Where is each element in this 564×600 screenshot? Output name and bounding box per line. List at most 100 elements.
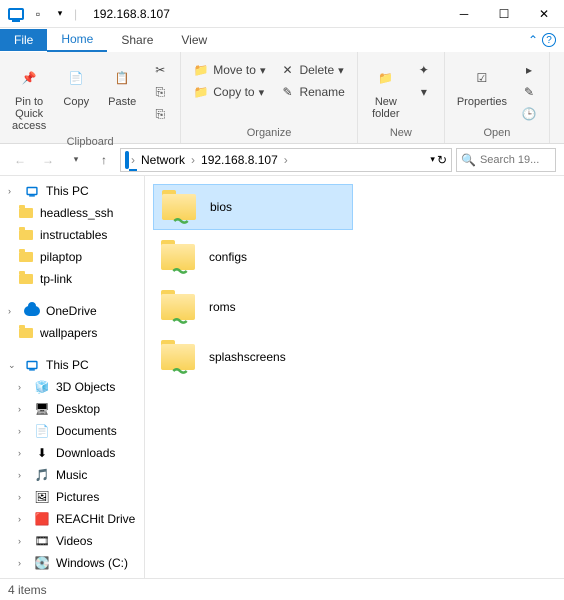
search-icon: 🔍	[461, 153, 476, 167]
copy-path-button[interactable]: ⎘	[148, 82, 172, 102]
nav-item[interactable]: ›🖥Desktop	[0, 398, 144, 420]
back-button[interactable]: ←	[8, 148, 32, 172]
copy-to-button[interactable]: 📁Copy to ▾	[189, 82, 269, 102]
move-to-button[interactable]: 📁Move to ▾	[189, 60, 269, 80]
nav-item[interactable]: instructables	[0, 224, 144, 246]
shortcut-icon: ⎘	[152, 106, 168, 122]
titlebar: ▫ ▾ | 192.168.8.107 ─ ☐ ✕	[0, 0, 564, 28]
cut-button[interactable]: ✂	[148, 60, 172, 80]
nav-this-pc[interactable]: ⌄This PC	[0, 354, 144, 376]
nav-item[interactable]: wallpapers	[0, 322, 144, 344]
nav-item[interactable]: ›🟥REACHit Drive	[0, 508, 144, 530]
ribbon-collapse-icon[interactable]: ⌃	[528, 33, 538, 47]
up-button[interactable]: ↑	[92, 148, 116, 172]
tab-home[interactable]: Home	[47, 28, 107, 52]
copy-button[interactable]: 📄 Copy	[56, 60, 96, 110]
folder-item[interactable]: configs	[153, 234, 353, 280]
crumb-host[interactable]: 192.168.8.107	[197, 151, 282, 169]
tab-share[interactable]: Share	[107, 29, 167, 51]
window-title: 192.168.8.107	[85, 7, 444, 21]
nav-item[interactable]: ›🎵Music	[0, 464, 144, 486]
paste-shortcut-button[interactable]: ⎘	[148, 104, 172, 124]
nav-item[interactable]: pilaptop	[0, 246, 144, 268]
invert-selection-button[interactable]: ▨Invert selection	[558, 104, 564, 124]
path-icon: ⎘	[152, 84, 168, 100]
new-item-button[interactable]: ✦	[412, 60, 436, 80]
nav-item[interactable]: ›📄Documents	[0, 420, 144, 442]
minimize-button[interactable]: ─	[444, 0, 484, 28]
breadcrumb[interactable]: › Network › 192.168.8.107 › ▾ ↻	[120, 148, 452, 172]
nav-item[interactable]: ›⬇Downloads	[0, 442, 144, 464]
new-folder-button[interactable]: 📁 New folder	[366, 60, 406, 122]
nav-item[interactable]: headless_ssh	[0, 202, 144, 224]
nav-item[interactable]: tp-link	[0, 268, 144, 290]
app-icon	[8, 6, 24, 22]
folder-item[interactable]: roms	[153, 284, 353, 330]
properties-button[interactable]: ☑ Properties	[453, 60, 511, 110]
items-view[interactable]: bios configs roms splashscreens	[145, 176, 564, 578]
folder-item[interactable]: bios	[153, 184, 353, 230]
nav-item[interactable]: ›🧊3D Objects	[0, 376, 144, 398]
delete-button[interactable]: ✕Delete ▾	[275, 60, 348, 80]
close-button[interactable]: ✕	[524, 0, 564, 28]
moveto-icon: 📁	[193, 62, 209, 78]
folder-item[interactable]: splashscreens	[153, 334, 353, 380]
new-folder-icon: 📁	[370, 62, 402, 94]
help-icon[interactable]: ?	[542, 33, 556, 47]
paste-button[interactable]: 📋 Paste	[102, 60, 142, 110]
nav-item[interactable]: ›💽Windows (C:)	[0, 552, 144, 574]
pin-icon: 📌	[13, 62, 45, 94]
new-item-icon: ✦	[416, 62, 432, 78]
nav-pane[interactable]: ›This PC headless_sshinstructablespilapt…	[0, 176, 145, 578]
open-icon: ▸	[521, 62, 537, 78]
item-label: bios	[210, 200, 232, 214]
recent-locations-button[interactable]: ▾	[64, 148, 88, 172]
properties-icon: ☑	[466, 62, 498, 94]
group-new-label: New	[366, 125, 436, 143]
maximize-button[interactable]: ☐	[484, 0, 524, 28]
tab-view[interactable]: View	[167, 29, 221, 51]
pc-icon	[125, 153, 129, 167]
copyto-icon: 📁	[193, 84, 209, 100]
tab-file[interactable]: File	[0, 29, 47, 51]
status-bar: 4 items	[0, 578, 564, 600]
crumb-network[interactable]: Network	[137, 151, 189, 169]
select-none-button[interactable]: ▢Select none	[558, 82, 564, 102]
easy-access-icon: ▾	[416, 84, 432, 100]
refresh-icon[interactable]: ↻	[437, 153, 447, 167]
edit-button[interactable]: ✎	[517, 82, 541, 102]
pin-quick-access-button[interactable]: 📌 Pin to Quick access	[8, 60, 50, 134]
ribbon-tabs: File Home Share View ⌃ ?	[0, 28, 564, 52]
history-button[interactable]: 🕒	[517, 104, 541, 124]
edit-icon: ✎	[521, 84, 537, 100]
history-icon: 🕒	[521, 106, 537, 122]
address-dropdown-icon[interactable]: ▾	[430, 154, 435, 165]
network-folder-icon	[161, 338, 199, 376]
network-folder-icon	[161, 288, 199, 326]
address-bar: ← → ▾ ↑ › Network › 192.168.8.107 › ▾ ↻ …	[0, 144, 564, 176]
open-button[interactable]: ▸	[517, 60, 541, 80]
nav-this-pc-quick[interactable]: ›This PC	[0, 180, 144, 202]
easy-access-button[interactable]: ▾	[412, 82, 436, 102]
scissors-icon: ✂	[152, 62, 168, 78]
select-all-button[interactable]: ▦Select all	[558, 60, 564, 80]
item-label: configs	[209, 250, 247, 264]
status-text: 4 items	[8, 583, 47, 597]
nav-onedrive[interactable]: ›OneDrive	[0, 300, 144, 322]
rename-icon: ✎	[279, 84, 295, 100]
nav-item[interactable]: ›🎞Videos	[0, 530, 144, 552]
search-input[interactable]: 🔍	[456, 148, 556, 172]
item-label: splashscreens	[209, 350, 286, 364]
network-folder-icon	[161, 238, 199, 276]
group-select-label: Select	[558, 125, 564, 143]
group-open-label: Open	[453, 125, 541, 143]
delete-icon: ✕	[279, 62, 295, 78]
nav-item[interactable]: ›🖼Pictures	[0, 486, 144, 508]
ribbon: 📌 Pin to Quick access 📄 Copy 📋 Paste ✂ ⎘…	[0, 52, 564, 144]
qat-icon[interactable]: ▫	[30, 6, 46, 22]
rename-button[interactable]: ✎Rename	[275, 82, 348, 102]
group-organize-label: Organize	[189, 125, 349, 143]
forward-button[interactable]: →	[36, 148, 60, 172]
qat-dropdown[interactable]: ▾	[52, 6, 68, 22]
item-label: roms	[209, 300, 236, 314]
